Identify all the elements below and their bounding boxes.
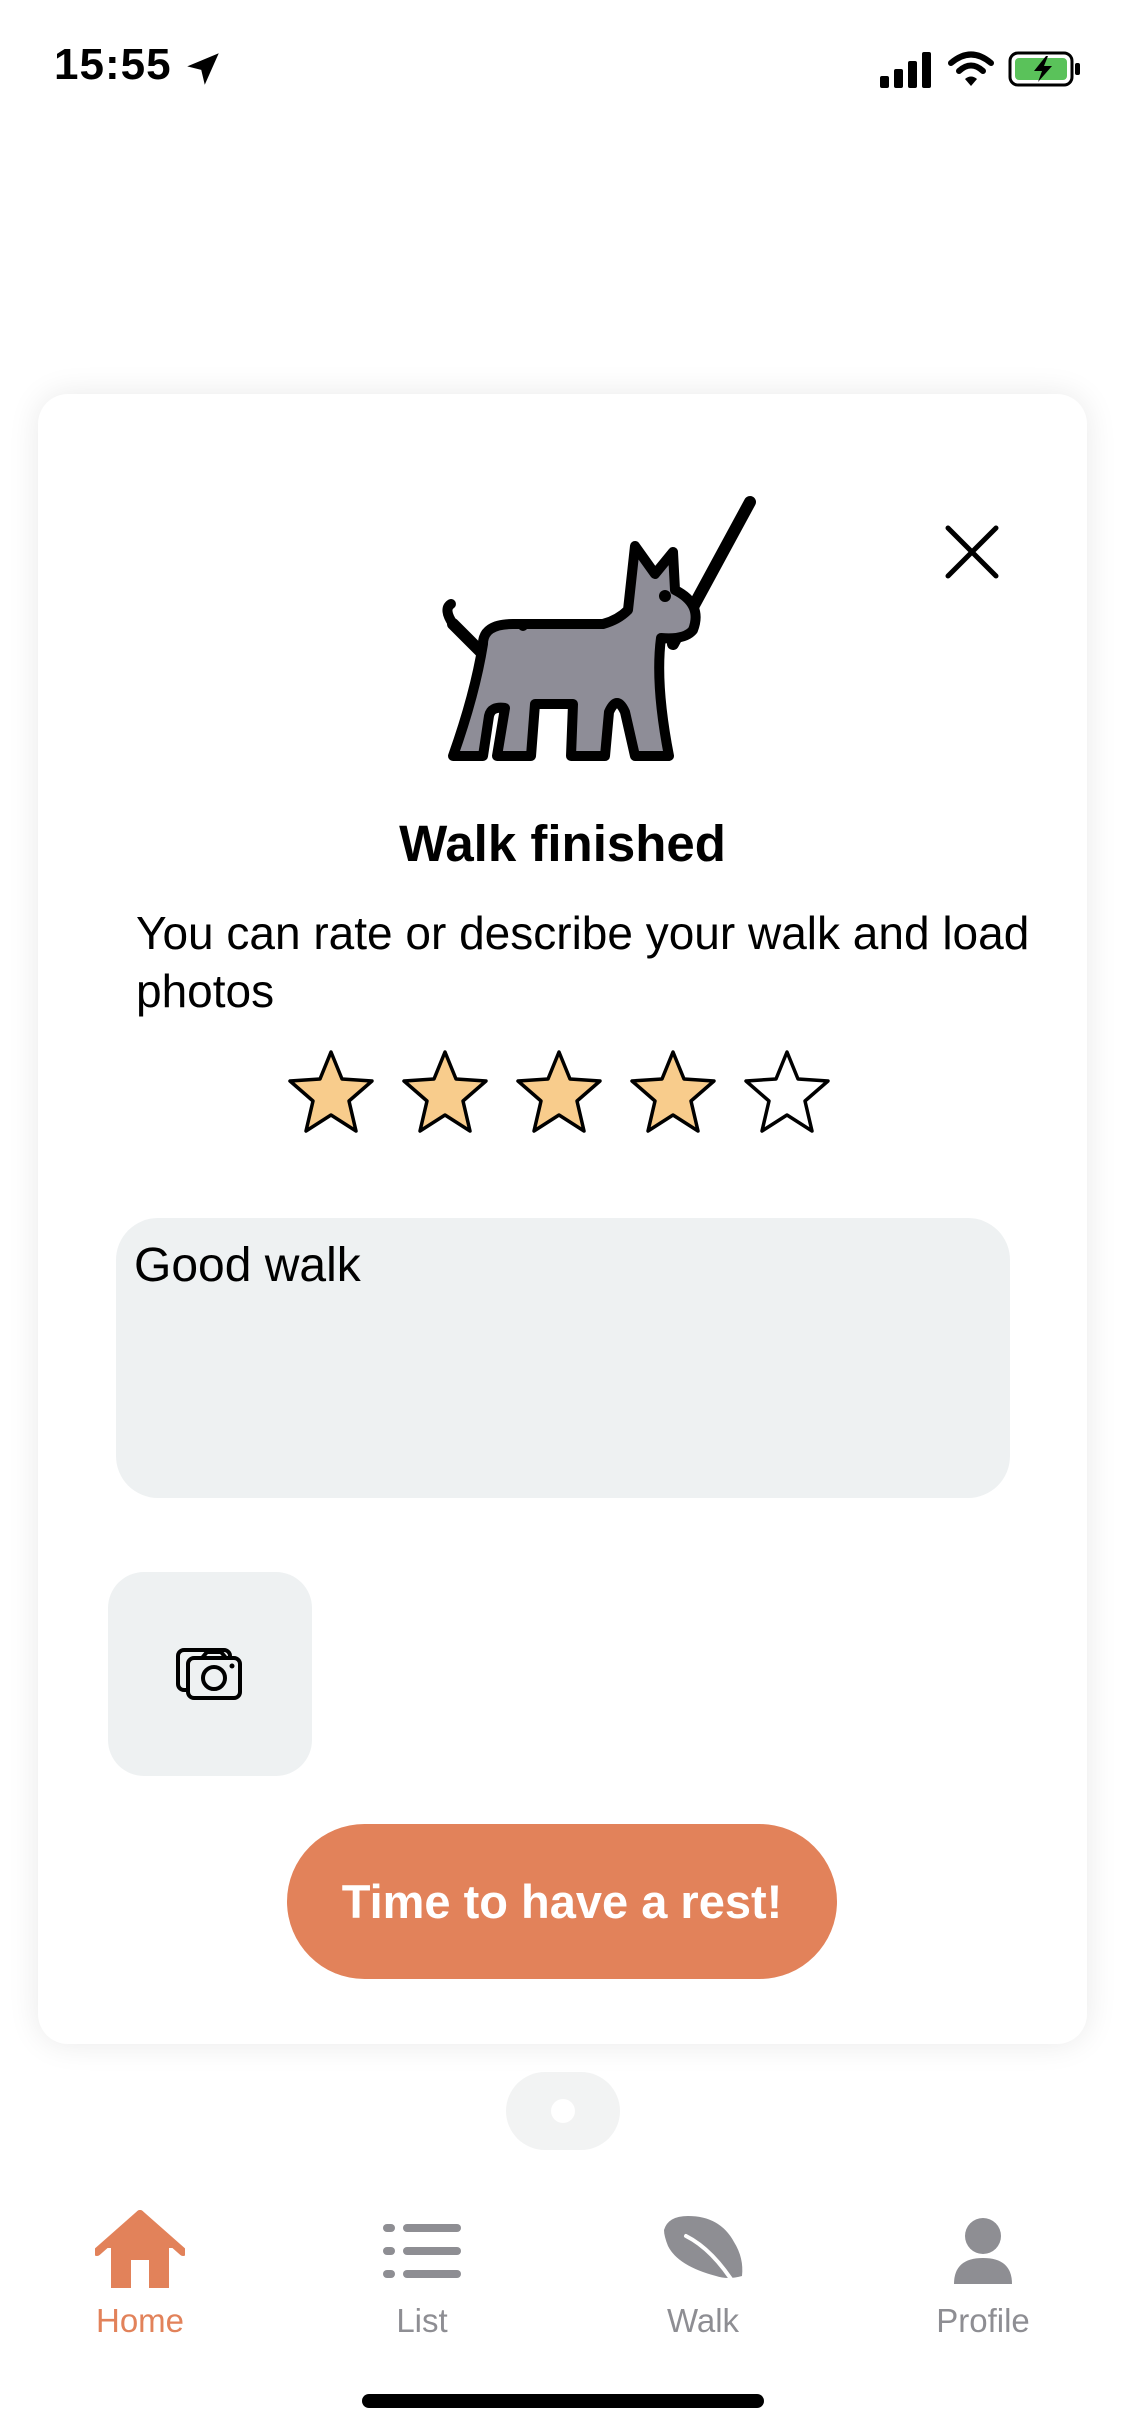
tab-home-label: Home	[95, 2302, 185, 2339]
wifi-icon	[948, 51, 994, 86]
tab-profile[interactable]: Profile	[883, 2180, 1083, 2340]
home-indicator	[362, 2394, 764, 2408]
tab-home[interactable]: Home	[40, 2180, 240, 2340]
battery-charging-icon	[1008, 51, 1080, 87]
bottom-sheet-handle[interactable]	[506, 2072, 620, 2150]
tab-list[interactable]: List	[322, 2180, 522, 2340]
star-filled-icon[interactable]	[398, 1046, 492, 1140]
tab-walk[interactable]: Walk	[603, 2180, 803, 2340]
status-time: 15:55	[54, 40, 172, 89]
walk-notes-input[interactable]: Good walk	[116, 1218, 1010, 1498]
walk-finished-modal: Walk finished You can rate or describe y…	[38, 394, 1087, 2044]
star-filled-icon[interactable]	[284, 1046, 378, 1140]
star-rating	[284, 1046, 834, 1146]
tab-list-label: List	[396, 2302, 448, 2339]
tab-walk-label: Walk	[666, 2302, 740, 2339]
list-icon	[383, 2224, 461, 2278]
dog-on-leash-icon	[442, 496, 756, 761]
camera-icon	[176, 1648, 242, 1700]
close-button[interactable]	[932, 512, 1012, 592]
star-empty-icon[interactable]	[740, 1046, 834, 1140]
star-filled-icon[interactable]	[626, 1046, 720, 1140]
tab-profile-label: Profile	[936, 2302, 1030, 2339]
star-filled-icon[interactable]	[512, 1046, 606, 1140]
leaf-icon	[664, 2216, 743, 2292]
cellular-signal-icon	[880, 52, 931, 88]
add-photo-button[interactable]	[108, 1572, 312, 1776]
rest-button[interactable]: Time to have a rest!	[287, 1824, 837, 1979]
modal-subtitle: You can rate or describe your walk and l…	[136, 907, 1030, 1017]
modal-title: Walk finished	[399, 815, 726, 872]
status-bar: 15:55	[0, 0, 1125, 140]
location-arrow-icon	[187, 53, 219, 85]
home-icon	[95, 2210, 185, 2288]
profile-icon	[954, 2218, 1012, 2284]
